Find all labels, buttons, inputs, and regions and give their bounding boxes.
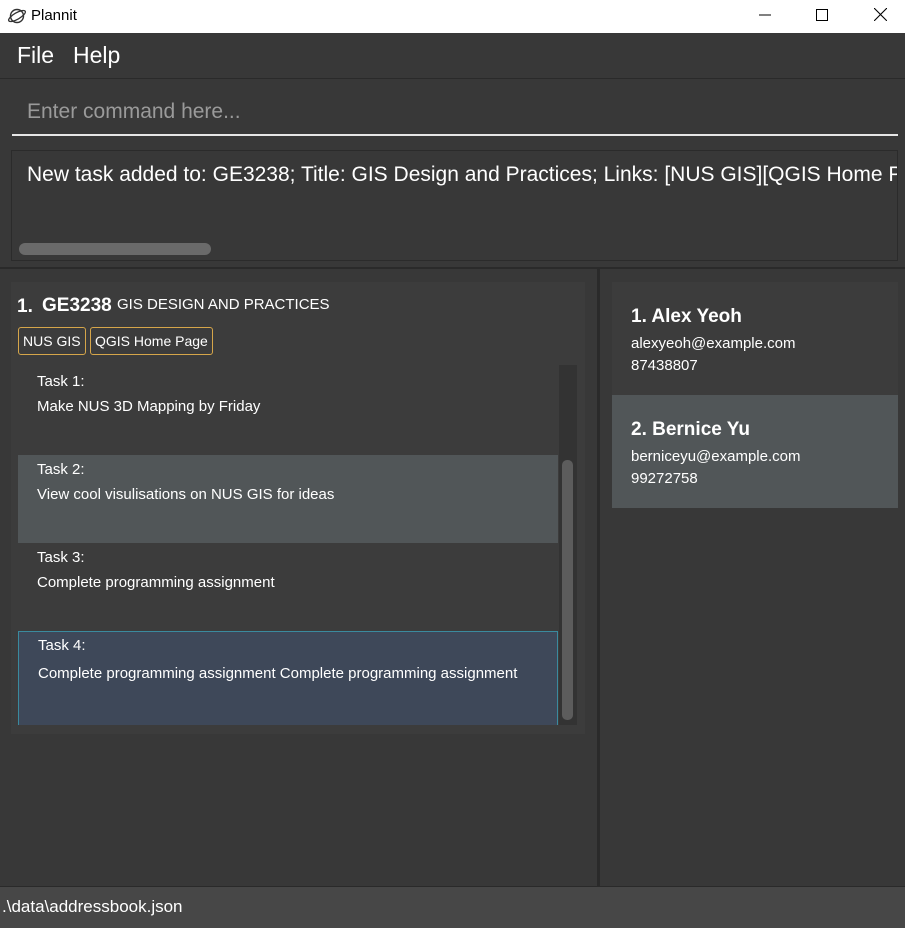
scroll-thumb[interactable] (562, 460, 573, 720)
module-card[interactable]: 1. GE3238 GIS DESIGN AND PRACTICES NUS G… (11, 282, 585, 734)
task-label: Task 3: (37, 549, 85, 566)
person-name: 2. Bernice Yu (631, 419, 750, 440)
close-button[interactable] (851, 0, 905, 33)
task-item[interactable]: Task 1: Make NUS 3D Mapping by Friday (18, 365, 558, 453)
maximize-button[interactable] (793, 0, 851, 33)
link-tag[interactable]: NUS GIS (18, 327, 86, 355)
maximize-icon (816, 8, 828, 26)
task-description: Make NUS 3D Mapping by Friday (37, 398, 261, 415)
task-item[interactable]: Task 4: Complete programming assignment … (18, 631, 558, 725)
task-label: Task 2: (37, 461, 85, 478)
task-item[interactable]: Task 3: Complete programming assignment (18, 543, 558, 631)
command-input[interactable] (12, 90, 898, 136)
window-title: Plannit (31, 7, 77, 24)
task-description: Complete programming assignment (37, 574, 275, 591)
planet-icon (7, 6, 27, 26)
window-title-bar: Plannit (0, 0, 905, 33)
menu-bar: File Help (0, 33, 905, 79)
person-phone: 87438807 (631, 357, 698, 374)
close-icon (873, 7, 887, 26)
task-list-scrollbar[interactable] (559, 365, 577, 725)
person-list-panel: 1. Alex Yeoh alexyeoh@example.com 874388… (600, 269, 905, 886)
person-email: alexyeoh@example.com (631, 335, 796, 352)
link-tag[interactable]: QGIS Home Page (90, 327, 213, 355)
status-file-path: .\data\addressbook.json (2, 897, 183, 916)
minimize-icon (759, 8, 771, 26)
task-label: Task 1: (37, 373, 85, 390)
person-card[interactable]: 2. Bernice Yu berniceyu@example.com 9927… (612, 395, 898, 508)
module-code: GE3238 (42, 295, 112, 316)
menu-file[interactable]: File (17, 42, 54, 69)
task-description: Complete programming assignment Complete… (38, 665, 518, 682)
module-list-panel: 1. GE3238 GIS DESIGN AND PRACTICES NUS G… (0, 269, 597, 886)
person-phone: 99272758 (631, 470, 698, 487)
person-name: 1. Alex Yeoh (631, 306, 742, 327)
command-box (0, 80, 905, 142)
module-index: 1. (17, 296, 33, 317)
task-item[interactable]: Task 2: View cool visulisations on NUS G… (18, 455, 558, 543)
person-card[interactable]: 1. Alex Yeoh alexyeoh@example.com 874388… (612, 282, 898, 395)
result-display[interactable]: New task added to: GE3238; Title: GIS De… (11, 150, 898, 261)
status-bar: .\data\addressbook.json (0, 886, 905, 928)
result-text: New task added to: GE3238; Title: GIS De… (27, 163, 898, 186)
menu-help[interactable]: Help (73, 42, 120, 69)
minimize-button[interactable] (736, 0, 794, 33)
module-title: GIS DESIGN AND PRACTICES (117, 296, 330, 313)
task-list: Task 1: Make NUS 3D Mapping by Friday Ta… (18, 365, 558, 725)
task-label: Task 4: (38, 637, 86, 654)
task-description: View cool visulisations on NUS GIS for i… (37, 486, 335, 503)
person-email: berniceyu@example.com (631, 448, 801, 465)
horizontal-scrollbar[interactable] (19, 243, 211, 255)
